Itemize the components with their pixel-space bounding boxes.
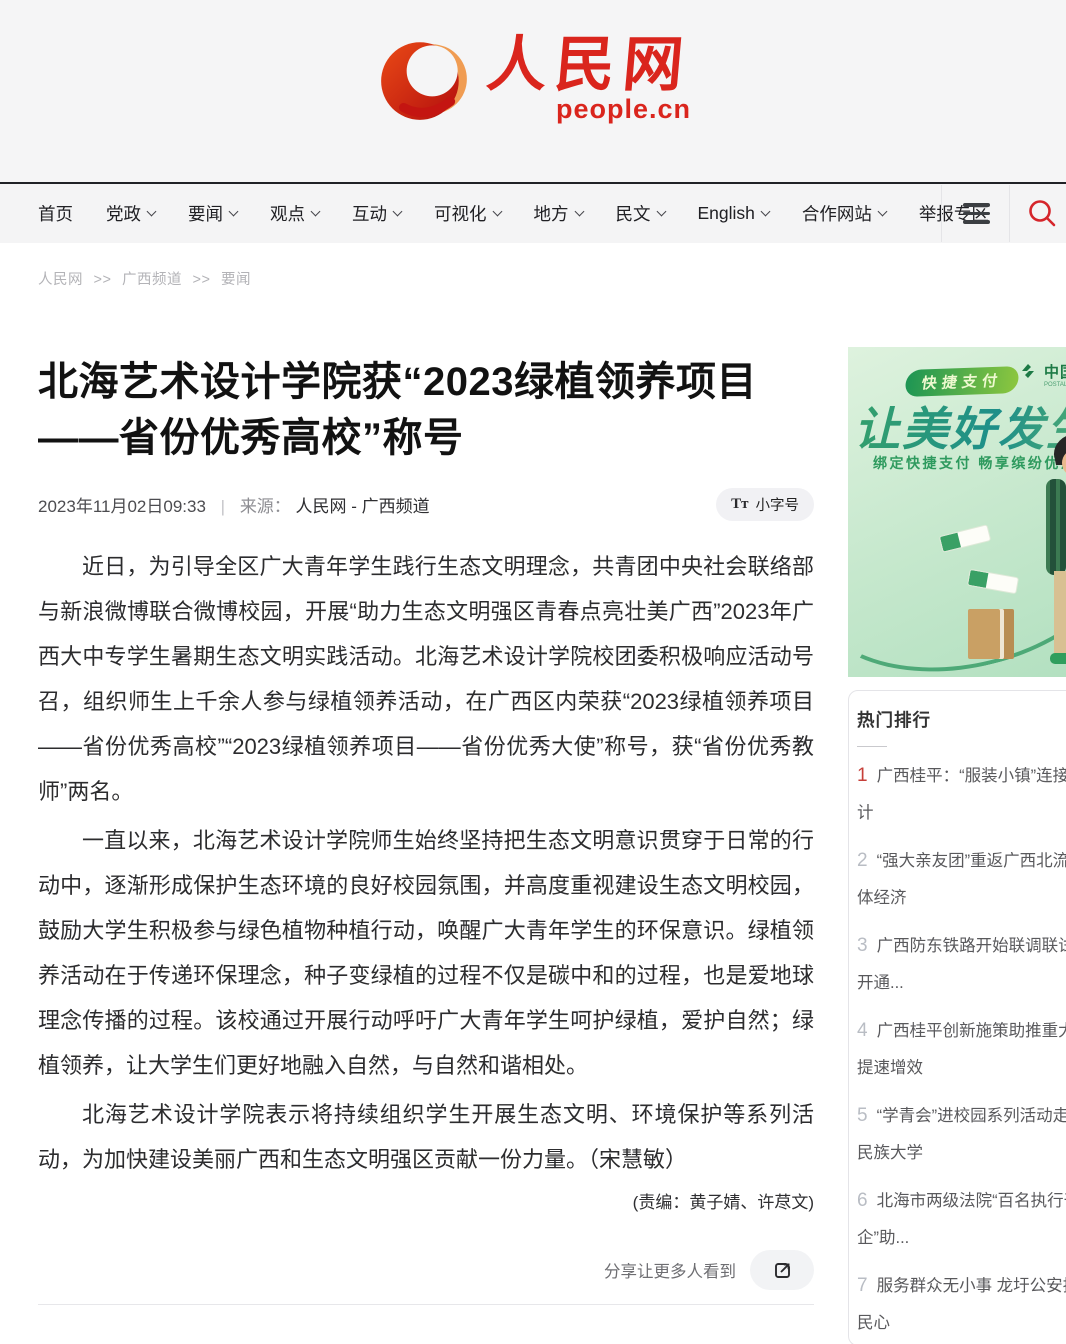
people-cn-swirl-logo-icon bbox=[375, 30, 473, 128]
nav-item-home[interactable]: 首页 bbox=[38, 201, 73, 226]
hot-list-item[interactable]: 1广西桂平：“服装小镇”连接 计 bbox=[857, 757, 1066, 832]
article-bottom-divider bbox=[38, 1304, 814, 1305]
article-meta: 2023年11月02日09:33 | 来源： 人民网 - 广西频道 Tт 小字号 bbox=[38, 488, 814, 521]
site-header: 人民网 people.cn bbox=[0, 0, 1066, 182]
hot-ranking-title: 热门排行 bbox=[857, 707, 1066, 732]
chevron-down-icon bbox=[311, 207, 321, 217]
hot-ranking-panel: 热门排行 1广西桂平：“服装小镇”连接 计 2“强大亲友团”重返广西北流 体经济… bbox=[848, 690, 1066, 1344]
bank-logo-icon bbox=[1018, 361, 1038, 381]
rank-number: 3 bbox=[857, 935, 868, 956]
site-logo[interactable]: 人民网 people.cn bbox=[375, 30, 691, 128]
nav-item-minwen[interactable]: 民文 bbox=[616, 201, 665, 226]
main-navbar: 首页 党政 要闻 观点 互动 可视化 地方 民文 English 合作网站 举报… bbox=[0, 182, 1066, 243]
nav-item-dangzheng[interactable]: 党政 bbox=[106, 201, 155, 226]
nav-item-yaowen[interactable]: 要闻 bbox=[188, 201, 237, 226]
hot-list-item[interactable]: 7服务群众无小事 龙圩公安排忧 民心 bbox=[857, 1267, 1066, 1342]
share-icon bbox=[773, 1261, 792, 1280]
logo-en-text: people.cn bbox=[556, 94, 691, 125]
breadcrumb-link-people[interactable]: 人民网 bbox=[38, 272, 83, 288]
editor-note: (责编：黄子婧、许荩文) bbox=[38, 1188, 814, 1218]
paragraph-1: 近日，为引导全区广大青年学生践行生态文明理念，共青团中央社会联络部与新浪微博联合… bbox=[38, 544, 814, 814]
page-title: 北海艺术设计学院获“2023绿植领养项目——省份优秀高校”称号 bbox=[38, 354, 778, 466]
chevron-down-icon bbox=[229, 207, 239, 217]
share-button[interactable] bbox=[750, 1250, 814, 1290]
nav-item-keshihua[interactable]: 可视化 bbox=[434, 201, 501, 226]
rank-number: 1 bbox=[857, 765, 868, 786]
breadcrumb-link-guangxi[interactable]: 广西频道 bbox=[122, 272, 182, 288]
breadcrumb-link-yaowen[interactable]: 要闻 bbox=[221, 272, 251, 288]
bank-brand: 中国邮政储蓄银行 POSTAL SAVINGS BANK OF CHINA bbox=[1018, 361, 1066, 388]
nav-item-hezuowangzhan[interactable]: 合作网站 bbox=[802, 201, 886, 226]
nav-item-english[interactable]: English bbox=[698, 203, 769, 224]
breadcrumb: 人民网 >> 广西频道 >> 要闻 bbox=[38, 268, 251, 289]
font-size-icon: Tт bbox=[731, 496, 748, 513]
rank-number: 6 bbox=[857, 1190, 868, 1211]
hot-list-item[interactable]: 6北海市两级法院“百名执行干 企”助... bbox=[857, 1182, 1066, 1257]
source-link[interactable]: 人民网 - 广西频道 bbox=[296, 497, 430, 516]
chevron-down-icon bbox=[393, 207, 403, 217]
logo-cn-text: 人民网 bbox=[484, 33, 694, 96]
article-date: 2023年11月02日09:33 bbox=[38, 497, 206, 516]
nav-item-difang[interactable]: 地方 bbox=[534, 201, 583, 226]
nav-item-guandian[interactable]: 观点 bbox=[270, 201, 319, 226]
rank-number: 7 bbox=[857, 1275, 868, 1296]
share-label: 分享让更多人看到 bbox=[604, 1258, 736, 1282]
article: 北海艺术设计学院获“2023绿植领养项目——省份优秀高校”称号 2023年11月… bbox=[38, 338, 814, 1305]
nav-divider bbox=[1009, 185, 1010, 242]
rank-number: 4 bbox=[857, 1020, 868, 1041]
share-row: 分享让更多人看到 bbox=[38, 1250, 814, 1290]
hot-list-item[interactable]: 3广西防东铁路开始联调联试 预 开通... bbox=[857, 927, 1066, 1002]
chevron-down-icon bbox=[492, 207, 502, 217]
source-label: 来源： bbox=[240, 497, 291, 516]
chevron-down-icon bbox=[877, 207, 887, 217]
chevron-down-icon bbox=[760, 207, 770, 217]
search-icon[interactable] bbox=[1026, 197, 1059, 235]
bank-ad-banner[interactable]: 中国邮政储蓄银行 POSTAL SAVINGS BANK OF CHINA 快捷… bbox=[848, 347, 1066, 677]
nav-item-hudong[interactable]: 互动 bbox=[352, 201, 401, 226]
rank-number: 2 bbox=[857, 850, 868, 871]
rank-number: 5 bbox=[857, 1105, 868, 1126]
hot-list-item[interactable]: 2“强大亲友团”重返广西北流 体经济 bbox=[857, 842, 1066, 917]
hot-list-item[interactable]: 4广西桂平创新施策助推重大项 提速增效 bbox=[857, 1012, 1066, 1087]
nav-divider bbox=[941, 185, 942, 242]
hot-title-underline bbox=[857, 746, 887, 747]
chevron-down-icon bbox=[656, 207, 666, 217]
chevron-down-icon bbox=[147, 207, 157, 217]
paragraph-2: 一直以来，北海艺术设计学院师生始终坚持把生态文明意识贯穿于日常的行动中，逐渐形成… bbox=[38, 818, 814, 1088]
ad-person-illustration bbox=[1026, 435, 1066, 677]
hamburger-menu-icon[interactable] bbox=[963, 203, 990, 224]
ad-parcel-box bbox=[968, 609, 1014, 659]
paragraph-3: 北海艺术设计学院表示将持续组织学生开展生态文明、环境保护等系列活动，为加快建设美… bbox=[38, 1092, 814, 1182]
chevron-down-icon bbox=[574, 207, 584, 217]
font-size-button[interactable]: Tт 小字号 bbox=[716, 488, 814, 521]
page: 人民网 people.cn 首页 党政 要闻 观点 互动 可视化 地方 民文 E… bbox=[0, 0, 1066, 1344]
article-body: 近日，为引导全区广大青年学生践行生态文明理念，共青团中央社会联络部与新浪微博联合… bbox=[38, 544, 814, 1182]
hot-list-item[interactable]: 5“学青会”进校园系列活动走 民族大学 bbox=[857, 1097, 1066, 1172]
